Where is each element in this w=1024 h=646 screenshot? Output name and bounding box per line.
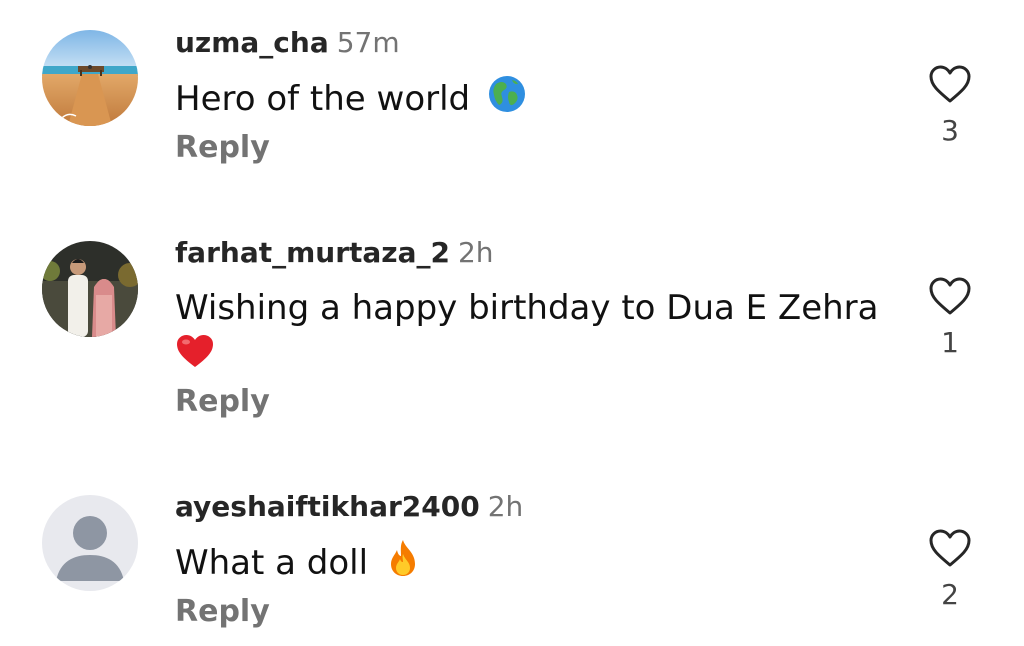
comment-text-content: Hero of the world [175,79,471,119]
reply-button[interactable]: Reply [175,384,270,420]
comment-meta: farhat_murtaza_2 2h [175,236,494,270]
username[interactable]: farhat_murtaza_2 [175,236,450,269]
comment-text-content: What a doll [175,543,369,583]
heart-outline-icon[interactable] [928,64,972,104]
comment-meta: ayeshaiftikhar2400 2h [175,490,523,524]
timestamp: 2h [457,236,494,269]
timestamp: 57m [336,26,400,59]
family-photo-avatar-icon [42,241,138,337]
like-control: 2 [922,528,978,612]
reply-button[interactable]: Reply [175,130,270,166]
comment-text: What a doll [175,538,421,591]
comment-meta: uzma_cha 57m [175,26,400,60]
heart-outline-icon[interactable] [928,276,972,316]
default-user-avatar-icon [42,495,138,591]
like-count: 1 [941,326,959,359]
like-control: 3 [922,64,978,148]
avatar[interactable] [42,30,138,126]
comment-text: Hero of the world [175,74,527,127]
like-control: 1 [922,276,978,360]
comment-text-content: Wishing a happy birthday to Dua E Zehra [175,288,879,328]
avatar[interactable] [42,495,138,591]
heart-outline-icon[interactable] [928,528,972,568]
timestamp: 2h [487,490,524,523]
avatar[interactable] [42,241,138,337]
reply-button[interactable]: Reply [175,594,270,630]
username[interactable]: uzma_cha [175,26,329,59]
beach-pier-avatar-icon [42,30,138,126]
like-count: 2 [941,578,959,611]
fire-icon [385,538,421,591]
comment-text: Wishing a happy birthday to Dua E Zehra [175,284,885,382]
globe-americas-icon [487,74,527,127]
red-heart-icon [175,333,215,382]
username[interactable]: ayeshaiftikhar2400 [175,490,480,523]
like-count: 3 [941,114,959,147]
